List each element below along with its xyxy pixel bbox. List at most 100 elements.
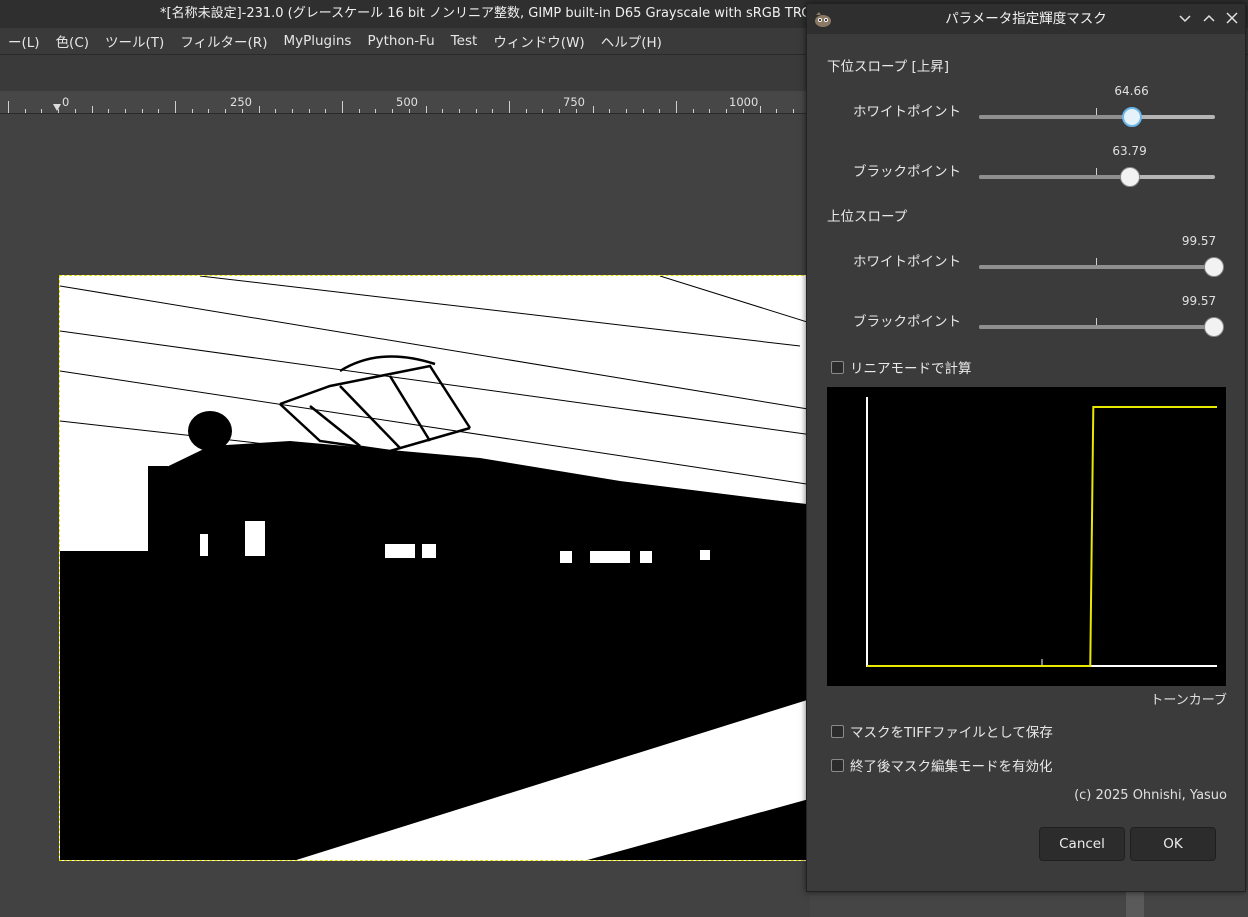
horizontal-ruler[interactable]: 0 250 500 750 1000 — [0, 91, 810, 114]
slider-handle[interactable] — [1203, 257, 1224, 277]
upper-slope-title: 上位スロープ — [827, 209, 908, 225]
ruler-tick — [625, 109, 627, 113]
ruler-tick — [692, 109, 694, 113]
ruler-tick — [8, 101, 9, 113]
close-icon[interactable] — [1221, 4, 1243, 34]
menu-python-fu[interactable]: Python-Fu — [359, 33, 442, 49]
tone-curve-label: トーンカーブ — [1150, 693, 1227, 708]
ruler-tick — [308, 109, 310, 113]
slider-center-mark — [1096, 318, 1097, 325]
ruler-tick — [425, 106, 427, 113]
slider-value: 64.66 — [1114, 84, 1149, 98]
ruler-tick — [559, 109, 561, 113]
ruler-tick — [442, 109, 444, 113]
menu-test[interactable]: Test — [443, 33, 486, 49]
ruler-tick — [342, 101, 343, 113]
ruler-label: 250 — [230, 95, 252, 109]
lower-white-slider[interactable]: 64.66 — [979, 84, 1215, 134]
slider-value: 99.57 — [1181, 234, 1217, 248]
slider-center-mark — [1096, 258, 1097, 265]
ruler-tick — [91, 106, 93, 113]
linear-mode-label: リニアモードで計算 — [850, 361, 972, 377]
ok-button[interactable]: OK — [1130, 827, 1216, 861]
upper-white-slider[interactable]: 99.57 — [979, 234, 1224, 284]
ruler-tick — [74, 109, 76, 113]
slider-handle[interactable] — [1121, 107, 1142, 127]
menu-help[interactable]: ヘルプ(H) — [593, 31, 670, 51]
upper-black-label: ブラックポイント — [853, 314, 961, 330]
dialog-titlebar[interactable]: パラメータ指定輝度マスク — [807, 4, 1245, 34]
tone-curve-graph — [827, 387, 1226, 686]
slider-fill — [979, 325, 1214, 329]
ruler-tick — [726, 109, 728, 113]
menu-color[interactable]: 色(C) — [48, 31, 97, 51]
ruler-tick — [392, 109, 394, 113]
lower-slope-title: 下位スロープ [上昇] — [827, 59, 950, 75]
ruler-tick — [325, 109, 327, 113]
ruler-tick — [542, 109, 544, 113]
save-tiff-checkbox[interactable]: マスクをTIFFファイルとして保存 — [831, 721, 1053, 741]
lower-black-slider[interactable]: 63.79 — [979, 144, 1215, 194]
slider-fill — [979, 115, 1132, 119]
ruler-tick — [592, 106, 594, 113]
ruler-tick — [191, 109, 193, 113]
ruler-tick — [291, 109, 293, 113]
ruler-tick — [141, 109, 143, 113]
ruler-tick — [124, 109, 126, 113]
image-content — [60, 276, 818, 860]
slider-value: 99.57 — [1181, 294, 1217, 308]
maximize-icon[interactable] — [1198, 4, 1220, 34]
ruler-tick — [24, 109, 26, 113]
ruler-tick — [509, 101, 510, 113]
slider-handle[interactable] — [1119, 167, 1140, 187]
checkbox-box[interactable] — [831, 724, 844, 738]
slider-handle[interactable] — [1203, 317, 1224, 337]
menu-filters[interactable]: フィルター(R) — [172, 31, 275, 51]
cancel-button[interactable]: Cancel — [1039, 827, 1125, 861]
ruler-tick — [458, 109, 460, 113]
ruler-tick — [792, 109, 794, 113]
ruler-tick — [742, 109, 744, 113]
slider-fill — [979, 175, 1130, 179]
linear-mode-checkbox[interactable]: リニアモードで計算 — [831, 357, 972, 377]
menu-tools[interactable]: ツール(T) — [97, 31, 172, 51]
menu-layer[interactable]: ー(L) — [0, 31, 48, 51]
ruler-tick — [659, 109, 661, 113]
slider-center-mark — [1096, 108, 1097, 115]
lower-white-label: ホワイトポイント — [853, 104, 961, 120]
menu-windows[interactable]: ウィンドウ(W) — [485, 31, 592, 51]
ruler-tick — [575, 109, 577, 113]
upper-black-slider[interactable]: 99.57 — [979, 294, 1224, 344]
ruler-tick — [58, 109, 60, 113]
ruler-tick — [158, 109, 160, 113]
ruler-tick — [676, 101, 677, 113]
gimp-screen: *[名称未設定]-231.0 (グレースケール 16 bit ノンリニア整数, … — [0, 0, 1248, 917]
ruler-label: 1000 — [729, 95, 759, 109]
slider-center-mark — [1096, 168, 1097, 175]
image-canvas[interactable] — [59, 275, 819, 861]
luminosity-mask-dialog: パラメータ指定輝度マスク 下位スロープ [上昇] ホワイトポイント 64.66 … — [806, 3, 1246, 892]
checkbox-box[interactable] — [831, 360, 844, 374]
ruler-tick — [759, 106, 761, 113]
ruler-tick — [475, 109, 477, 113]
ruler-tick — [258, 106, 260, 113]
ruler-tick — [175, 101, 176, 113]
ruler-label: 750 — [563, 95, 585, 109]
save-tiff-label: マスクをTIFFファイルとして保存 — [850, 725, 1053, 741]
ruler-tick — [609, 109, 611, 113]
slider-fill — [979, 265, 1214, 269]
ruler-tick — [642, 109, 644, 113]
ruler-tick — [375, 109, 377, 113]
upper-white-label: ホワイトポイント — [853, 254, 961, 270]
enable-mask-edit-checkbox[interactable]: 終了後マスク編集モードを有効化 — [831, 755, 1053, 775]
menu-myplugins[interactable]: MyPlugins — [275, 33, 359, 49]
ruler-tick — [208, 109, 210, 113]
tone-curve-line — [867, 406, 1217, 667]
minimize-icon[interactable] — [1174, 4, 1196, 34]
ruler-tick — [525, 109, 527, 113]
checkbox-box[interactable] — [831, 758, 844, 772]
ruler-tick — [275, 109, 277, 113]
enable-mask-edit-label: 終了後マスク編集モードを有効化 — [850, 759, 1053, 775]
ruler-tick — [776, 109, 778, 113]
ruler-label: 500 — [396, 95, 418, 109]
